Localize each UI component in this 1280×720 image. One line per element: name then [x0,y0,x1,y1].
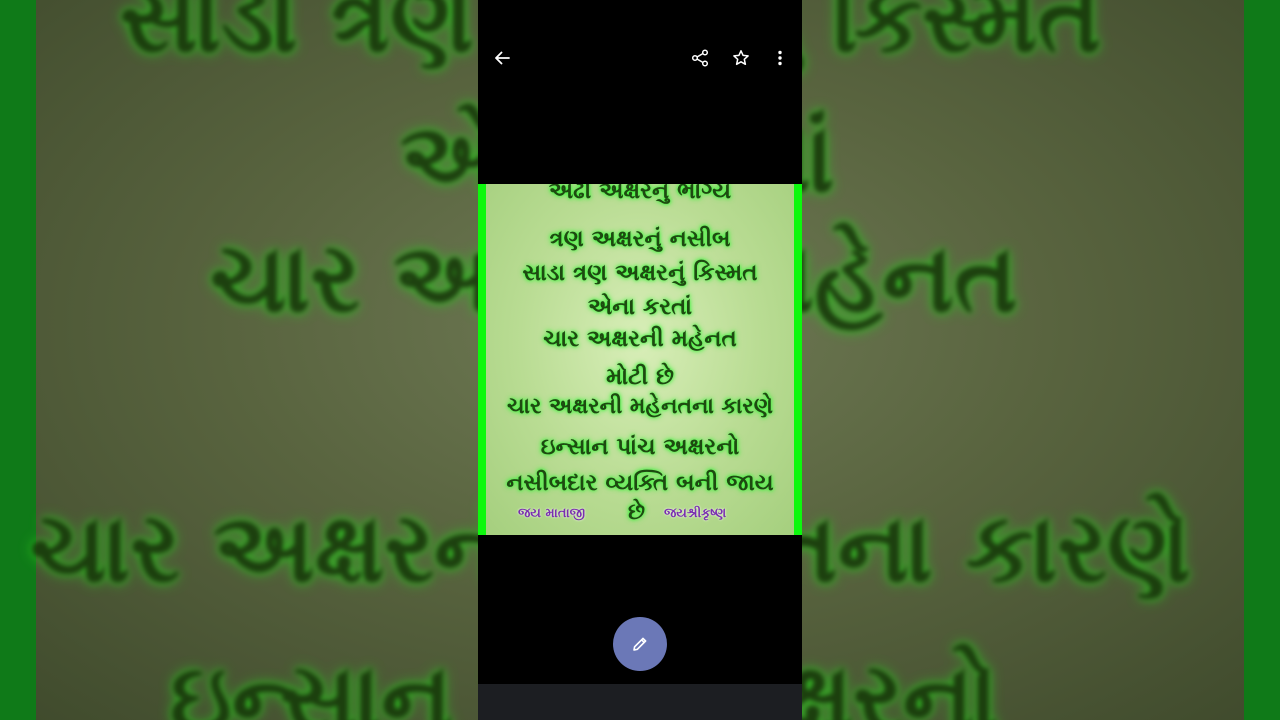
more-vert-icon [778,50,782,66]
backdrop-edge-right [1244,0,1280,720]
quote-line: અઢી અક્ષરનું ભાગ્ય [548,184,732,204]
footer-greeting-left: જય માતાજી [518,506,586,521]
quote-line: ત્રણ અક્ષરનું નસીબ [549,226,731,252]
quote-line: મોટી છે [606,364,674,390]
quote-line: એના કરતાં [587,294,693,320]
favorite-button[interactable] [725,42,757,74]
footer-verb: છે [628,500,646,525]
star-outline-icon [733,50,749,66]
phone-screen: અઢી અક્ષરનું ભાગ્ય ત્રણ અક્ષરનું નસીબ સા… [478,0,802,720]
bottom-navigation-bar [478,684,802,720]
quote-line: સાડા ત્રણ અક્ષરનું કિસ્મત [522,260,758,286]
image-viewer-toolbar [478,36,802,80]
quote-image-content: અઢી અક્ષરનું ભાગ્ય ત્રણ અક્ષરનું નસીબ સા… [486,184,794,535]
more-options-button[interactable] [764,42,796,74]
quote-image[interactable]: અઢી અક્ષરનું ભાગ્ય ત્રણ અક્ષરનું નસીબ સા… [478,184,802,535]
pencil-edit-icon [633,637,647,651]
share-icon [691,49,709,67]
arrow-left-icon [495,51,510,65]
backdrop-edge-left [0,0,36,720]
quote-line: ચાર અક્ષરની મહેનતના કારણે [507,394,773,419]
quote-line: ઇન્સાન પાંચ અક્ષરનો [540,434,740,460]
back-button[interactable] [486,42,518,74]
quote-line: નસીબદાર વ્યક્તિ બની જાય [506,470,774,496]
quote-line: ચાર અક્ષરની મહેનત [543,326,737,352]
footer-greeting-right: જયશ્રીકૃષ્ણ [664,506,727,521]
share-button[interactable] [684,42,716,74]
edit-button[interactable] [613,617,667,671]
